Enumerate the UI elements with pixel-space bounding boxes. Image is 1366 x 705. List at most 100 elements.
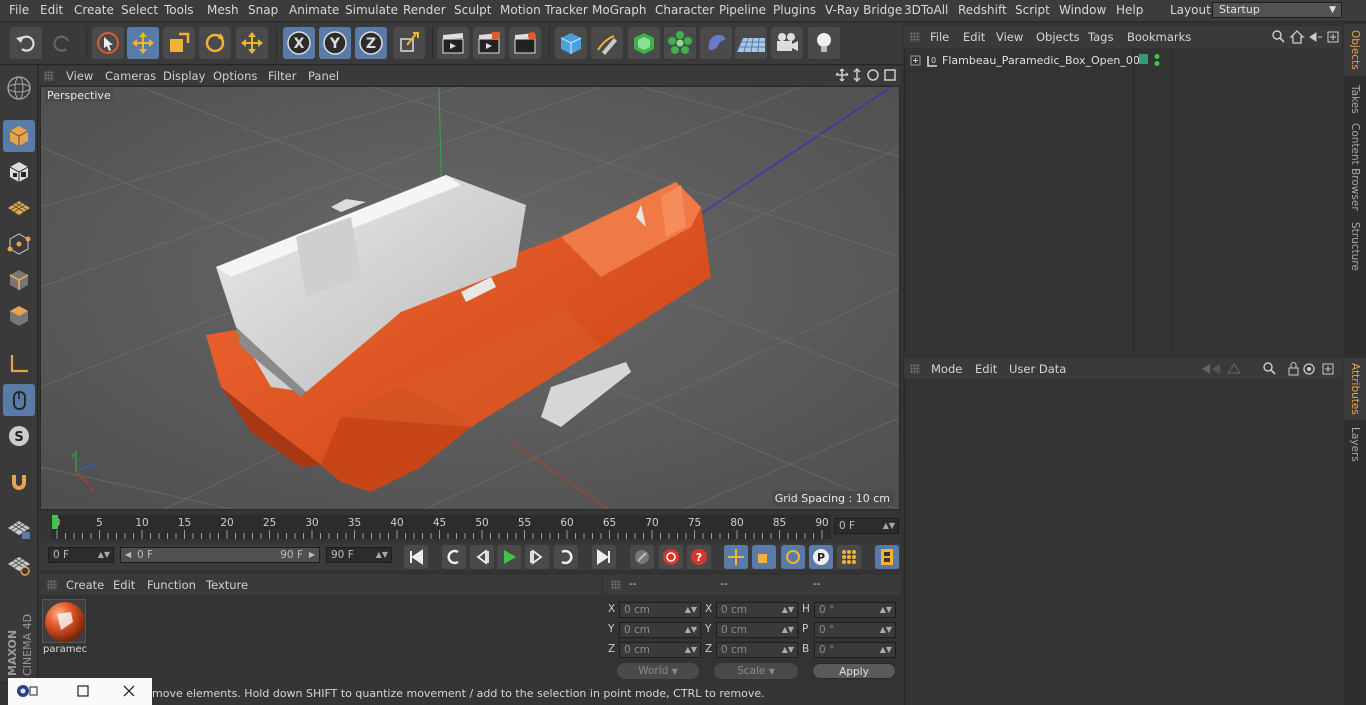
close-icon[interactable] [122, 684, 136, 698]
render-region-button[interactable] [473, 27, 505, 59]
viewport-menu-panel[interactable]: Panel [308, 69, 339, 83]
scale-tool-button[interactable] [163, 27, 195, 59]
om-menu-edit[interactable]: Edit [963, 30, 985, 44]
next-key-button[interactable] [554, 545, 578, 569]
end-frame-field[interactable]: 90 F ▲▼ [326, 547, 392, 563]
am-menu-edit[interactable]: Edit [975, 362, 997, 376]
undo-button[interactable] [10, 27, 42, 59]
enable-quantizing-button[interactable] [3, 512, 35, 544]
key-position-button[interactable] [724, 545, 748, 569]
snap-button[interactable] [3, 466, 35, 498]
menu-render[interactable]: Render [403, 3, 446, 17]
menu-snap[interactable]: Snap [248, 3, 278, 17]
key-rotation-button[interactable] [781, 545, 805, 569]
om-menu-bookmarks[interactable]: Bookmarks [1127, 30, 1191, 44]
next-frame-button[interactable] [525, 545, 549, 569]
scale-dropdown[interactable]: Scale ▼ [714, 663, 798, 679]
cinema4d-taskbar-icon[interactable] [16, 684, 38, 698]
menu-simulate[interactable]: Simulate [345, 3, 398, 17]
solo-mode-button[interactable]: S [3, 420, 35, 452]
am-menu-user-data[interactable]: User Data [1009, 362, 1066, 376]
start-frame-field[interactable]: 0 F ▲▼ [48, 547, 114, 563]
polygons-mode-button[interactable] [3, 300, 35, 332]
coord-size-field[interactable]: 0 cm ▲▼ [716, 602, 798, 618]
perspective-viewport[interactable]: y z x Perspective Grid Spacing : 10 cm [40, 86, 900, 510]
menu-help[interactable]: Help [1116, 3, 1143, 17]
menu-plugins[interactable]: Plugins [773, 3, 816, 17]
key-pla-button[interactable] [837, 545, 861, 569]
coord-size-field[interactable]: 0 cm ▲▼ [716, 622, 798, 638]
axis-mode-button[interactable] [3, 348, 35, 380]
menu-animate[interactable]: Animate [289, 3, 339, 17]
coord-rotation-field[interactable]: 0 ° ▲▼ [814, 602, 896, 618]
menu-redshift[interactable]: Redshift [958, 3, 1007, 17]
timeline-ruler[interactable]: 051015202530354045505560657075808590 0 F… [39, 511, 901, 543]
world-dropdown[interactable]: World ▼ [617, 663, 699, 679]
key-parameter-button[interactable]: P [809, 545, 833, 569]
texture-mode-button[interactable] [3, 156, 35, 188]
coord-position-field[interactable]: 0 cm ▲▼ [619, 602, 701, 618]
render-settings-button[interactable] [509, 27, 541, 59]
material-menu-create[interactable]: Create [66, 578, 104, 592]
model-mode-button[interactable] [3, 120, 35, 152]
coordinate-system-button[interactable] [393, 27, 425, 59]
expand-plus-icon[interactable] [910, 55, 922, 67]
tab-objects[interactable]: Objects [1344, 24, 1366, 76]
menu-3dtoall[interactable]: 3DToAll [904, 3, 948, 17]
material-thumbnail[interactable] [42, 599, 86, 643]
menu-create[interactable]: Create [74, 3, 114, 17]
cube-object-button[interactable] [555, 27, 587, 59]
points-mode-button[interactable] [3, 228, 35, 260]
om-header-icons[interactable] [1272, 30, 1340, 44]
menu-pipeline[interactable]: Pipeline [719, 3, 766, 17]
go-to-end-button[interactable] [592, 545, 616, 569]
move-tool-button[interactable] [127, 27, 159, 59]
playhead-marker[interactable] [52, 515, 58, 529]
viewport-menu-cameras[interactable]: Cameras [105, 69, 156, 83]
workplane-mode-button[interactable] [3, 192, 35, 224]
record-keys-button[interactable] [630, 545, 654, 569]
coord-size-field[interactable]: 0 cm ▲▼ [716, 642, 798, 658]
visibility-dots-icon[interactable] [1153, 53, 1161, 67]
menu-character[interactable]: Character [655, 3, 714, 17]
timeline-scheme-button[interactable] [875, 545, 899, 569]
camera-object-button[interactable] [771, 27, 803, 59]
menu-edit[interactable]: Edit [40, 3, 63, 17]
tab-content-browser[interactable]: Content Browser [1344, 122, 1366, 212]
autokey-button[interactable] [659, 545, 683, 569]
deformer-button[interactable] [700, 27, 732, 59]
previous-frame-button[interactable] [470, 545, 494, 569]
play-button[interactable] [497, 545, 521, 569]
menu-sculpt[interactable]: Sculpt [454, 3, 491, 17]
go-to-start-button[interactable] [404, 545, 428, 569]
y-axis-lock-button[interactable]: Y [319, 27, 351, 59]
edges-mode-button[interactable] [3, 264, 35, 296]
apply-button[interactable]: Apply [812, 663, 896, 679]
maximize-icon[interactable] [76, 684, 90, 698]
pen-spline-button[interactable] [591, 27, 623, 59]
om-menu-tags[interactable]: Tags [1088, 30, 1113, 44]
redo-button[interactable] [46, 27, 78, 59]
menu-select[interactable]: Select [121, 3, 158, 17]
menu-tools[interactable]: Tools [164, 3, 194, 17]
layer-color-swatch[interactable] [1139, 54, 1148, 64]
live-selection-button[interactable] [92, 27, 124, 59]
tab-attributes[interactable]: Attributes [1344, 358, 1366, 420]
frame-range-slider[interactable]: ◀ 0 F 90 F ▶ [120, 547, 320, 563]
menu-file[interactable]: File [9, 3, 29, 17]
coord-position-field[interactable]: 0 cm ▲▼ [619, 642, 701, 658]
material-menu-function[interactable]: Function [147, 578, 196, 592]
layout-dropdown[interactable]: Startup ▼ [1212, 2, 1342, 18]
om-menu-file[interactable]: File [930, 30, 949, 44]
tab-layers[interactable]: Layers [1344, 424, 1366, 464]
current-frame-field[interactable]: 0 F ▲▼ [834, 518, 899, 534]
viewport-menu-filter[interactable]: Filter [268, 69, 296, 83]
tab-structure[interactable]: Structure [1344, 218, 1366, 274]
menu-mesh[interactable]: Mesh [207, 3, 239, 17]
menu-script[interactable]: Script [1015, 3, 1050, 17]
object-row[interactable]: 0 Flambeau_Paramedic_Box_Open_001 [908, 53, 1147, 69]
am-menu-mode[interactable]: Mode [931, 362, 962, 376]
subdivision-button[interactable] [628, 27, 660, 59]
am-header-icons[interactable] [1200, 361, 1340, 377]
viewport-menu-options[interactable]: Options [213, 69, 257, 83]
